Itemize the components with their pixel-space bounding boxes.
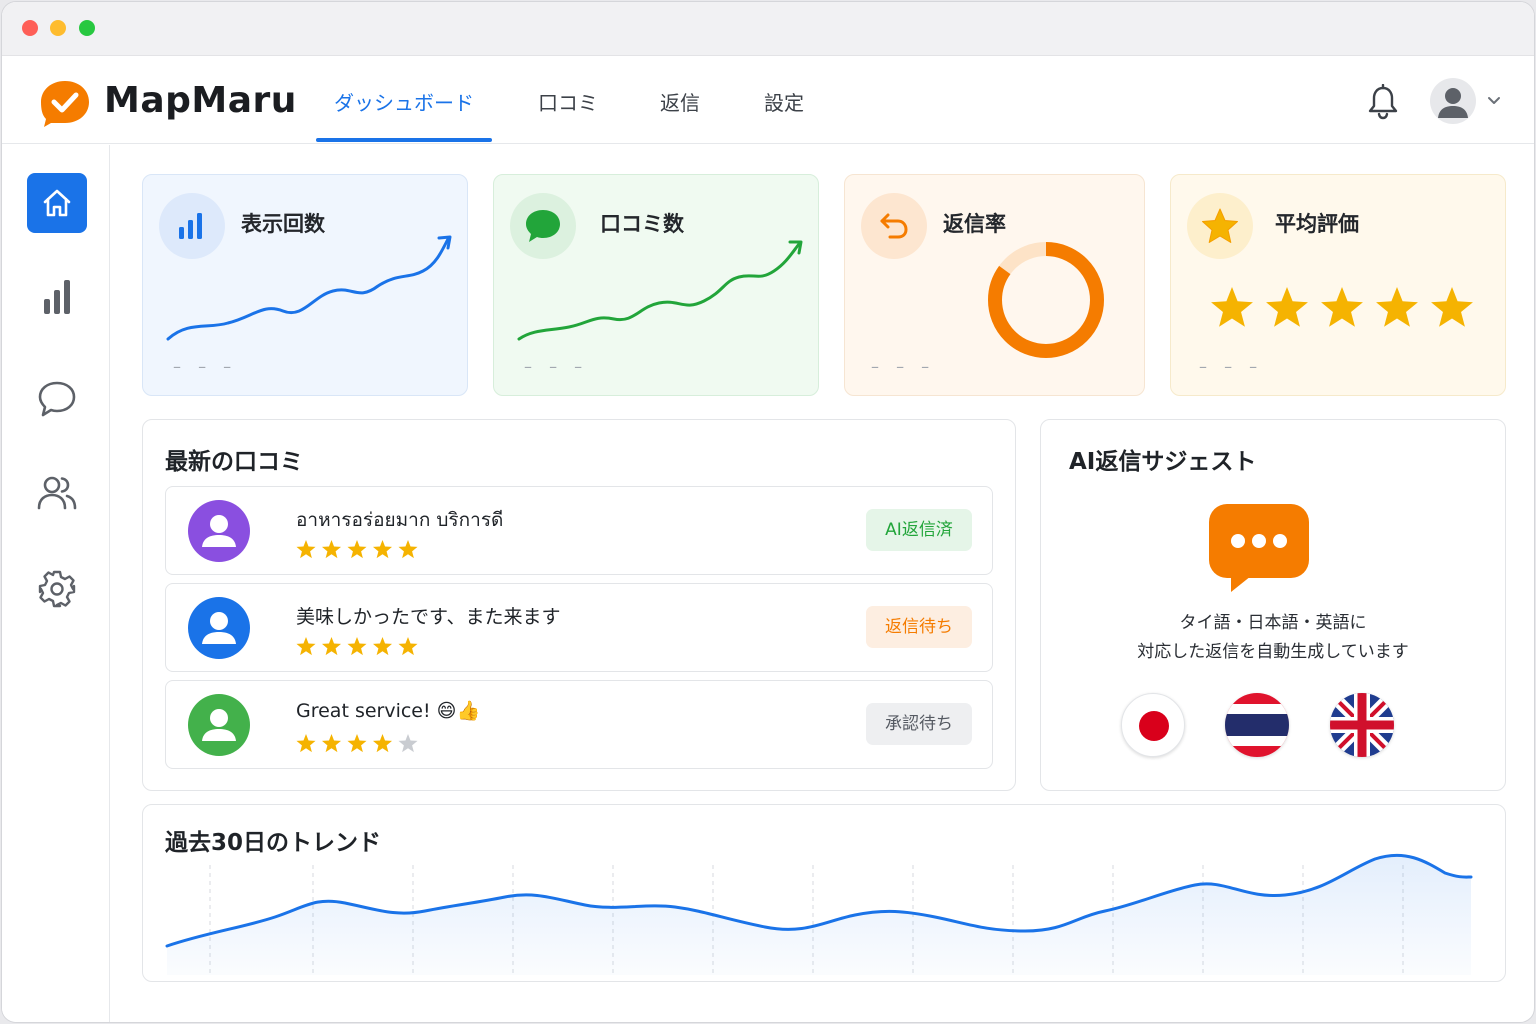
star-filled-icon	[321, 637, 342, 656]
review-text: อาหารอร่อยมาก บริการดี	[296, 509, 504, 531]
app-name: MapMaru	[104, 80, 297, 121]
stat-value-placeholder: – – –	[1199, 357, 1264, 376]
app-window: MapMaru ダッシュボード 口コミ 返信 設定 表示回数 – – – 口コミ…	[2, 2, 1534, 1022]
reply-rate-donut	[988, 242, 1104, 358]
stat-icon-badge	[1187, 193, 1253, 259]
star-filled-icon	[296, 540, 316, 559]
active-tab-indicator	[316, 138, 492, 142]
bell-icon[interactable]	[1366, 84, 1400, 120]
trend-line-chart	[165, 853, 1473, 975]
star-filled-icon	[296, 637, 316, 656]
star-filled-icon	[347, 637, 367, 656]
review-count-sparkline	[517, 240, 803, 341]
review-rating-stars	[296, 637, 418, 656]
chat-bubble-icon	[38, 381, 76, 417]
reviewer-avatar	[188, 597, 250, 659]
stat-card-impressions[interactable]: 表示回数 – – –	[142, 174, 468, 396]
star-empty-icon	[398, 734, 418, 753]
star-filled-icon	[1431, 287, 1473, 327]
user-icon	[202, 709, 236, 741]
window-titlebar	[2, 2, 1534, 56]
ai-description-line1: タイ語・日本語・英語に	[1179, 613, 1367, 633]
reviewer-avatar	[188, 694, 250, 756]
tab-reviews[interactable]: 口コミ	[522, 56, 614, 144]
review-row[interactable]: อาหารอร่อยมาก บริการดี AI返信済	[165, 486, 993, 575]
star-filled-icon	[372, 637, 393, 656]
star-filled-icon	[347, 540, 367, 559]
logo-icon	[41, 81, 89, 127]
home-icon	[43, 189, 71, 217]
reviewer-avatar	[188, 500, 250, 562]
status-badge-awaiting-approval[interactable]: 承認待ち	[866, 703, 972, 745]
star-filled-icon	[347, 734, 367, 753]
status-badge-ai-replied[interactable]: AI返信済	[866, 509, 972, 551]
review-row[interactable]: Great service! 😄👍 承認待ち	[165, 680, 993, 769]
star-filled-icon	[1266, 287, 1308, 327]
stat-title: 返信率	[943, 212, 1006, 236]
stat-value-placeholder: – – –	[524, 357, 589, 376]
user-icon	[202, 612, 236, 644]
review-row[interactable]: 美味しかったです、また来ます 返信待ち	[165, 583, 993, 672]
sidebar-item-users[interactable]	[27, 463, 87, 523]
star-filled-icon	[372, 540, 393, 559]
trend-panel: 過去30日のトレンド	[142, 804, 1506, 982]
latest-reviews-panel: 最新の口コミ อาหารอร่อยมาก บริการดี AI返信済 美味しか…	[142, 419, 1016, 791]
star-filled-icon	[1321, 287, 1363, 327]
user-icon	[1438, 88, 1468, 118]
average-rating-stars	[1211, 287, 1473, 327]
stat-title: 平均評価	[1275, 212, 1359, 236]
stat-card-average-rating[interactable]: 平均評価 – – –	[1170, 174, 1506, 396]
sidebar-item-reviews[interactable]	[27, 369, 87, 429]
review-rating-stars	[296, 540, 418, 559]
maximize-window-button[interactable]	[79, 20, 95, 36]
users-icon	[37, 476, 77, 510]
user-avatar[interactable]	[1430, 78, 1476, 124]
review-rating-stars	[296, 734, 418, 753]
stat-value-placeholder: – – –	[173, 357, 238, 376]
thailand-flag-icon[interactable]	[1225, 693, 1289, 757]
tab-replies[interactable]: 返信	[638, 56, 722, 144]
tab-settings[interactable]: 設定	[742, 56, 826, 144]
impressions-sparkline	[166, 235, 452, 341]
sidebar-item-settings[interactable]	[27, 559, 87, 619]
top-header: MapMaru ダッシュボード 口コミ 返信 設定	[2, 56, 1534, 144]
review-text: 美味しかったです、また来ます	[296, 606, 561, 628]
star-icon	[1202, 208, 1238, 243]
star-filled-icon	[321, 734, 342, 753]
tab-dashboard[interactable]: ダッシュボード	[316, 56, 492, 144]
stat-icon-badge	[861, 193, 927, 259]
stat-card-reply-rate[interactable]: 返信率 – – –	[844, 174, 1145, 396]
close-window-button[interactable]	[22, 20, 38, 36]
star-filled-icon	[398, 637, 418, 656]
uk-flag-icon[interactable]	[1330, 693, 1394, 757]
review-text: Great service! 😄👍	[296, 700, 481, 722]
user-icon	[202, 515, 236, 547]
sidebar-item-analytics[interactable]	[27, 267, 87, 327]
ai-description-line2: 対応した返信を自動生成しています	[1137, 642, 1409, 662]
star-filled-icon	[398, 540, 418, 559]
status-badge-awaiting-reply[interactable]: 返信待ち	[866, 606, 972, 648]
stat-card-review-count[interactable]: 口コミ数 – – –	[493, 174, 819, 396]
sidebar	[2, 145, 110, 1022]
gear-icon	[38, 570, 76, 608]
ai-reply-suggest-title: AI返信サジェスト	[1069, 449, 1257, 475]
latest-reviews-title: 最新の口コミ	[165, 449, 303, 475]
chevron-down-icon[interactable]	[1486, 94, 1502, 106]
star-filled-icon	[1376, 287, 1418, 327]
star-filled-icon	[296, 734, 316, 753]
star-filled-icon	[372, 734, 393, 753]
sidebar-item-home[interactable]	[27, 173, 87, 233]
star-filled-icon	[321, 540, 342, 559]
japan-flag-icon[interactable]	[1121, 693, 1185, 757]
reply-icon	[880, 213, 908, 239]
star-filled-icon	[1211, 287, 1253, 327]
ai-chat-bubble-icon	[1209, 504, 1309, 592]
stat-value-placeholder: – – –	[871, 357, 936, 376]
bar-chart-icon	[44, 280, 70, 314]
minimize-window-button[interactable]	[50, 20, 66, 36]
